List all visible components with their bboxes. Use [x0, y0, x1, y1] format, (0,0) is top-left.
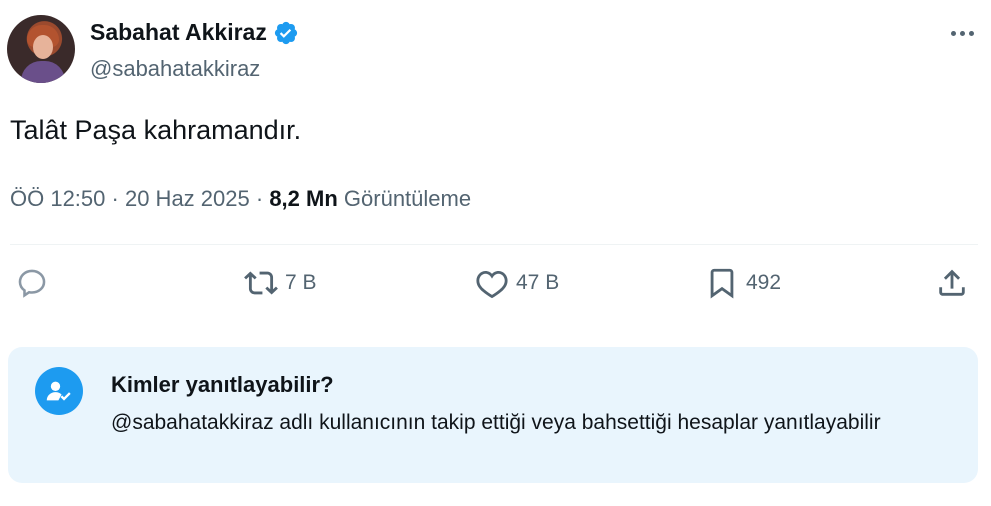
tweet-time[interactable]: ÖÖ 12:50: [10, 186, 105, 211]
divider: [10, 244, 978, 245]
like-count: 47 B: [516, 271, 560, 294]
retweet-button[interactable]: 7 B: [244, 266, 317, 300]
reply-button[interactable]: [15, 266, 56, 300]
tweet-meta: ÖÖ 12:50 · 20 Haz 2025 · 8,2 Mn Görüntül…: [10, 186, 471, 212]
avatar[interactable]: [7, 15, 75, 83]
author-display-name[interactable]: Sabahat Akkiraz: [90, 19, 267, 46]
more-horizontal-icon: [950, 30, 956, 36]
avatar-face: [33, 35, 53, 59]
more-options-button[interactable]: [943, 20, 981, 46]
reply-restriction-box: Kimler yanıtlayabilir? @sabahatakkiraz a…: [8, 347, 978, 483]
share-button[interactable]: [935, 266, 969, 300]
tweet-date[interactable]: 20 Haz 2025: [125, 186, 250, 211]
reply-icon: [18, 269, 46, 298]
more-horizontal-icon: [968, 30, 974, 36]
more-horizontal-icon: [959, 30, 965, 36]
retweet-count: 7 B: [285, 271, 317, 294]
share-icon: [939, 269, 965, 296]
bookmark-button[interactable]: 492: [705, 266, 781, 300]
views-count: 8,2 Mn: [269, 186, 338, 211]
bookmark-count: 492: [746, 271, 782, 294]
person-mention-icon: [35, 367, 83, 415]
verified-badge-icon[interactable]: [273, 20, 299, 46]
views-label: Görüntüleme: [343, 186, 472, 211]
heart-icon: [476, 270, 508, 299]
avatar-shirt: [21, 61, 65, 83]
author-handle[interactable]: @sabahatakkiraz: [90, 56, 260, 82]
author-name-row: Sabahat Akkiraz: [90, 19, 299, 46]
bookmark-icon: [710, 268, 734, 299]
reply-restriction-title: Kimler yanıtlayabilir?: [111, 372, 334, 397]
retweet-icon: [244, 271, 278, 295]
reply-restriction-description: @sabahatakkiraz adlı kullanıcının takip …: [111, 411, 881, 434]
meta-separator: ·: [255, 186, 264, 211]
meta-separator: ·: [111, 186, 119, 211]
like-button[interactable]: 47 B: [475, 266, 559, 300]
tweet-text: Talât Paşa kahramandır.: [10, 115, 302, 145]
